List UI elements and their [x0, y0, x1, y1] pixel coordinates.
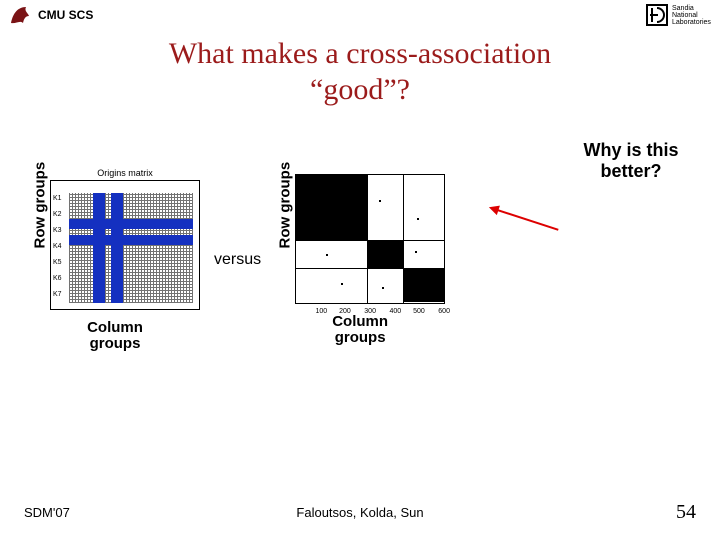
sandia-icon: Sandia National Laboratories — [645, 3, 712, 27]
annotation-callout: Why is this better? — [556, 140, 706, 182]
charts-row: Row groups Origins matrix K1 K2 K3 K4 K5… — [30, 160, 690, 360]
footer-left: SDM'07 — [24, 505, 70, 520]
versus-label: versus — [214, 251, 261, 269]
page-number: 54 — [676, 501, 696, 524]
right-ylabel: Row groups — [277, 229, 294, 249]
left-chart-subtitle: Origins matrix — [50, 168, 200, 178]
griffin-icon — [8, 3, 32, 27]
right-chart-block: Row groups 100 200 300 400 — [275, 174, 445, 347]
sandia-label: Sandia National Laboratories — [672, 5, 712, 26]
left-heatmap: K1 K2 K3 K4 K5 K6 K7 — [50, 180, 200, 310]
left-ylabel: Row groups — [32, 229, 49, 249]
right-xlabel: Column groups — [325, 314, 395, 347]
left-chart-block: Row groups Origins matrix K1 K2 K3 K4 K5… — [30, 168, 200, 353]
header-org: CMU SCS — [38, 8, 93, 22]
left-xlabel: Column groups — [80, 320, 150, 353]
footer-center: Faloutsos, Kolda, Sun — [296, 505, 423, 520]
title-line-2: “good”? — [310, 73, 410, 106]
slide-title: What makes a cross-association “good”? — [0, 36, 720, 108]
slide-footer: SDM'07 Faloutsos, Kolda, Sun 54 — [0, 501, 720, 524]
slide-header: CMU SCS Sandia National Laboratories — [0, 0, 720, 30]
right-heatmap: 100 200 300 400 500 600 — [295, 174, 445, 304]
title-line-1: What makes a cross-association — [169, 37, 551, 70]
